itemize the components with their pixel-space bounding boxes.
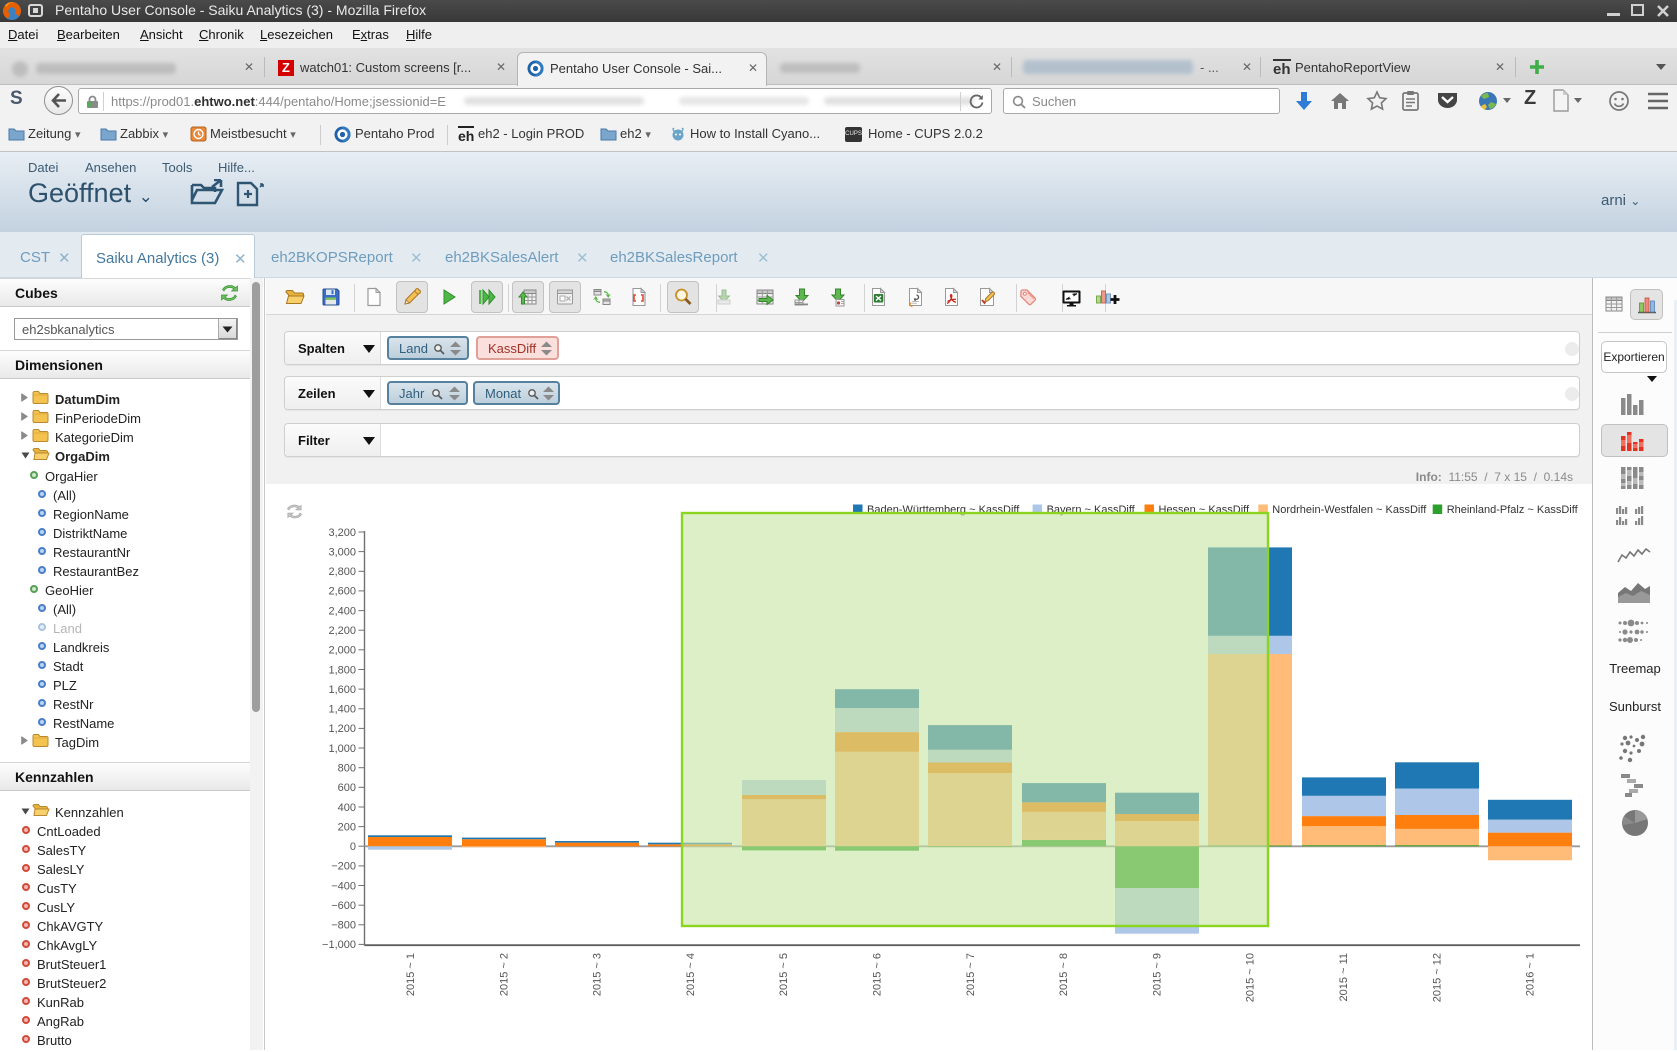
svg-text:2015 ~ 11: 2015 ~ 11 — [1338, 953, 1350, 1001]
svg-text:1,800: 1,800 — [328, 664, 356, 676]
svg-text:2015 ~ 4: 2015 ~ 4 — [685, 953, 697, 996]
svg-text:2015 ~ 6: 2015 ~ 6 — [872, 953, 884, 996]
svg-text:2,800: 2,800 — [328, 566, 356, 578]
svg-text:Rheinland-Pfalz ~ KassDiff: Rheinland-Pfalz ~ KassDiff — [1447, 504, 1579, 516]
svg-text:−400: −400 — [331, 880, 356, 892]
svg-text:−1,000: −1,000 — [322, 939, 356, 951]
svg-text:2015 ~ 3: 2015 ~ 3 — [592, 953, 604, 996]
svg-text:3,200: 3,200 — [328, 527, 356, 539]
svg-text:2015 ~ 9: 2015 ~ 9 — [1151, 953, 1163, 996]
svg-text:2015 ~ 7: 2015 ~ 7 — [965, 953, 977, 996]
svg-text:2,200: 2,200 — [328, 625, 356, 637]
svg-text:200: 200 — [338, 821, 356, 833]
svg-text:2,400: 2,400 — [328, 605, 356, 617]
svg-text:2,600: 2,600 — [328, 586, 356, 598]
svg-text:1,600: 1,600 — [328, 684, 356, 696]
svg-text:1,000: 1,000 — [328, 743, 356, 755]
svg-text:2015 ~ 1: 2015 ~ 1 — [405, 953, 417, 996]
svg-text:2015 ~ 10: 2015 ~ 10 — [1245, 953, 1257, 1002]
svg-text:1,200: 1,200 — [328, 723, 356, 735]
svg-text:2015 ~ 2: 2015 ~ 2 — [498, 953, 510, 996]
svg-text:−600: −600 — [331, 900, 356, 912]
svg-text:3,000: 3,000 — [328, 546, 356, 558]
svg-text:−200: −200 — [331, 861, 356, 873]
svg-text:2015 ~ 12: 2015 ~ 12 — [1431, 953, 1443, 1002]
svg-text:1,400: 1,400 — [328, 704, 356, 716]
svg-text:800: 800 — [338, 763, 356, 775]
svg-text:600: 600 — [338, 782, 356, 794]
svg-text:2016 ~ 1: 2016 ~ 1 — [1525, 953, 1537, 996]
svg-text:2015 ~ 5: 2015 ~ 5 — [778, 953, 790, 996]
svg-text:2,000: 2,000 — [328, 645, 356, 657]
svg-text:400: 400 — [338, 802, 356, 814]
svg-text:2015 ~ 8: 2015 ~ 8 — [1058, 953, 1070, 996]
svg-text:0: 0 — [350, 841, 356, 853]
svg-text:Nordrhein-Westfalen ~ KassDiff: Nordrhein-Westfalen ~ KassDiff — [1272, 504, 1427, 516]
svg-text:−800: −800 — [331, 920, 356, 932]
